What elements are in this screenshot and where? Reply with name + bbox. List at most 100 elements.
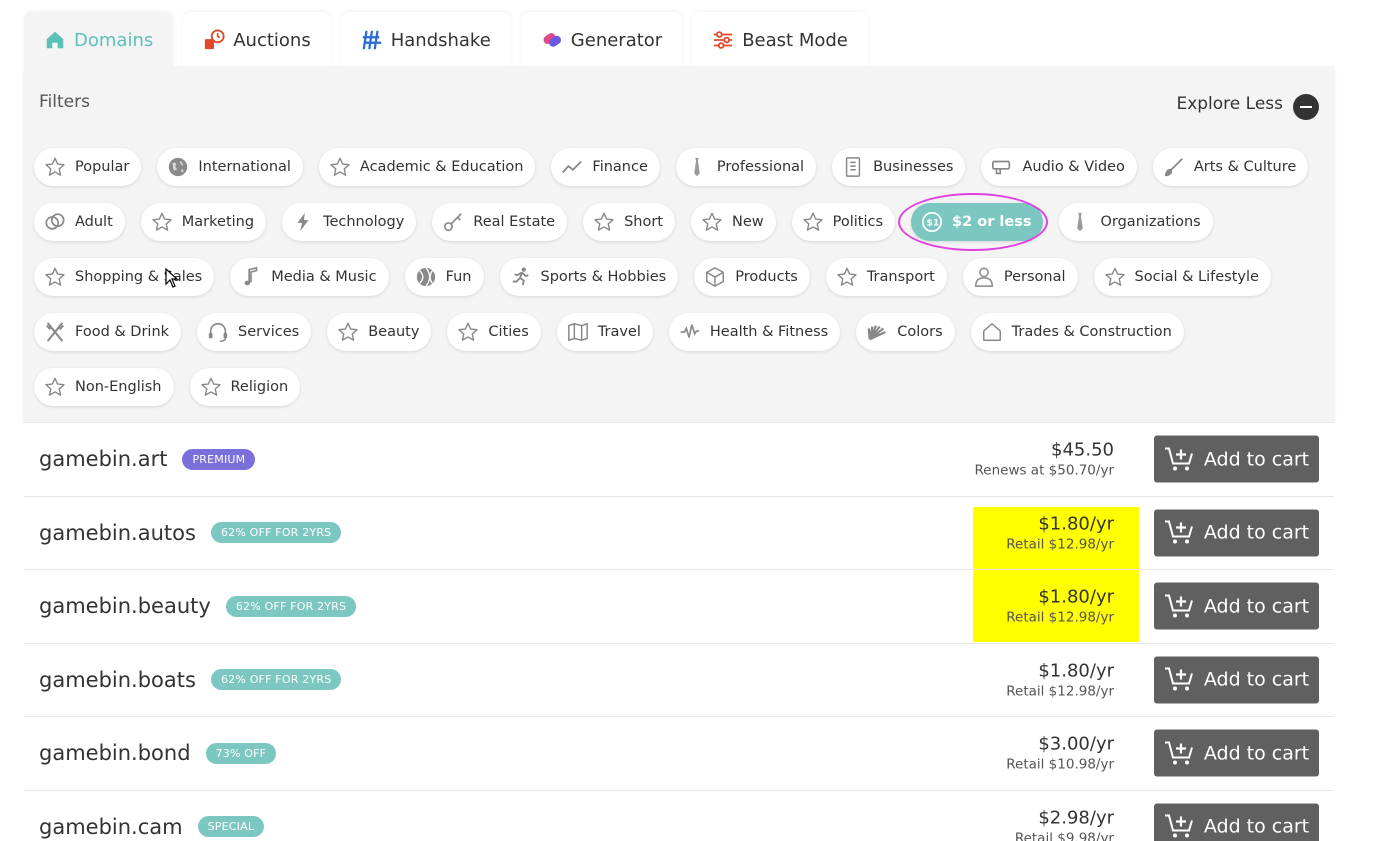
chip-trades-construction[interactable]: Trades & Construction <box>970 313 1184 351</box>
tab-label: Auctions <box>233 29 311 51</box>
chip-technology[interactable]: Technology <box>282 203 417 241</box>
tab-auctions[interactable]: Auctions <box>183 12 331 68</box>
selected-chip-wrapper: $1 $2 or less <box>898 193 1059 251</box>
domain-name[interactable]: gamebin.autos 62% OFF FOR 2YRS <box>39 521 342 545</box>
add-to-cart-label: Add to cart <box>1203 448 1310 471</box>
chip-arts-culture[interactable]: Arts & Culture <box>1152 148 1309 186</box>
cart-plus-icon <box>1164 593 1194 619</box>
star-icon <box>1103 265 1127 289</box>
chip-adult[interactable]: Adult <box>34 203 125 241</box>
tab-label: Beast Mode <box>742 29 848 51</box>
cart-plus-icon <box>1164 667 1194 693</box>
chip-cities[interactable]: Cities <box>447 313 541 351</box>
tab-generator[interactable]: Generator <box>520 12 683 68</box>
chip-real-estate[interactable]: Real Estate <box>432 203 568 241</box>
chip-religion[interactable]: Religion <box>189 368 301 406</box>
add-to-cart-button[interactable]: Add to cart <box>1154 509 1319 557</box>
chip-media-music[interactable]: Media & Music <box>230 258 389 296</box>
price-subtext: Retail $12.98/yr <box>1006 609 1114 626</box>
rings-icon <box>43 210 67 234</box>
chip-label: Arts & Culture <box>1193 159 1297 175</box>
tab-label: Generator <box>570 29 663 51</box>
tab-domains[interactable]: Domains <box>24 12 174 68</box>
domain-name-text: gamebin.cam <box>39 814 183 839</box>
chip-label: International <box>198 159 291 175</box>
price-value: $45.50 <box>1051 439 1114 461</box>
domain-name[interactable]: gamebin.beauty 62% OFF FOR 2YRS <box>39 594 357 618</box>
chip-services[interactable]: Services <box>197 313 312 351</box>
chip-marketing[interactable]: Marketing <box>140 203 267 241</box>
handshake-logo-icon <box>361 29 383 51</box>
chip-label: Fun <box>445 269 472 285</box>
chip-label: Popular <box>75 159 130 175</box>
domain-name[interactable]: gamebin.cam SPECIAL <box>39 814 265 839</box>
chip-label: Audio & Video <box>1022 159 1125 175</box>
tab-beast-mode[interactable]: Beast Mode <box>692 12 868 68</box>
chip-non-english[interactable]: Non-English <box>34 368 174 406</box>
domain-row: gamebin.art PREMIUM $45.50 Renews at $50.70… <box>24 422 1334 496</box>
tie-icon <box>685 155 709 179</box>
chip-health-fitness[interactable]: Health & Fitness <box>668 313 841 351</box>
filters-panel: Filters Explore Less Popular Internationa… <box>24 66 1334 422</box>
domain-results: gamebin.art PREMIUM $45.50 Renews at $50.70… <box>24 422 1334 841</box>
add-to-cart-label: Add to cart <box>1203 742 1310 765</box>
chip-label: Real Estate <box>473 214 556 230</box>
price-value: $1.80/yr <box>1038 660 1114 682</box>
add-to-cart-button[interactable]: Add to cart <box>1154 582 1319 630</box>
chip-politics[interactable]: Politics <box>791 203 896 241</box>
chip-fun[interactable]: Fun <box>404 258 484 296</box>
camera-icon <box>990 155 1014 179</box>
star-icon <box>336 320 360 344</box>
chip-sports-hobbies[interactable]: Sports & Hobbies <box>499 258 679 296</box>
star-icon <box>328 155 352 179</box>
chip-shopping-sales[interactable]: Shopping & Sales <box>34 258 215 296</box>
cart-plus-icon <box>1164 740 1194 766</box>
domain-price: $1.80/yr Retail $12.98/yr <box>1006 513 1114 552</box>
chip-organizations[interactable]: Organizations <box>1059 203 1213 241</box>
chip-short[interactable]: Short <box>583 203 675 241</box>
explore-less-button[interactable]: Explore Less <box>1176 91 1319 120</box>
chip-finance[interactable]: Finance <box>551 148 660 186</box>
domain-name-text: gamebin.bond <box>39 741 191 766</box>
home-icon <box>44 29 66 51</box>
chip-label: Businesses <box>873 159 954 175</box>
chip-products[interactable]: Products <box>694 258 810 296</box>
add-to-cart-button[interactable]: Add to cart <box>1154 656 1319 704</box>
chip-travel[interactable]: Travel <box>556 313 653 351</box>
globe-icon <box>166 155 190 179</box>
domain-name[interactable]: gamebin.bond 73% OFF <box>39 741 277 766</box>
chip-businesses[interactable]: Businesses <box>832 148 966 186</box>
chip-label: Services <box>238 324 300 340</box>
chip-new[interactable]: New <box>690 203 776 241</box>
chip-popular[interactable]: Popular <box>34 148 142 186</box>
add-to-cart-label: Add to cart <box>1203 595 1310 618</box>
chip-professional[interactable]: Professional <box>675 148 817 186</box>
chip-social-lifestyle[interactable]: Social & Lifestyle <box>1093 258 1271 296</box>
chip-academic-education[interactable]: Academic & Education <box>318 148 536 186</box>
bolt-icon <box>291 210 315 234</box>
tab-label: Domains <box>74 29 154 51</box>
domain-name[interactable]: gamebin.boats 62% OFF FOR 2YRS <box>39 668 342 692</box>
price-value: $2.98/yr <box>1038 807 1114 829</box>
chip-beauty[interactable]: Beauty <box>327 313 432 351</box>
chip-audio-video[interactable]: Audio & Video <box>981 148 1137 186</box>
chip-label: Shopping & Sales <box>75 269 203 285</box>
price-value: $1.80/yr <box>1038 586 1114 608</box>
chip-transport[interactable]: Transport <box>825 258 947 296</box>
chip-international[interactable]: International <box>157 148 303 186</box>
domain-name[interactable]: gamebin.art PREMIUM <box>39 447 256 471</box>
chip-personal[interactable]: Personal <box>962 258 1078 296</box>
chip-label: Technology <box>323 214 405 230</box>
add-to-cart-button[interactable]: Add to cart <box>1154 729 1319 777</box>
add-to-cart-label: Add to cart <box>1203 668 1310 691</box>
tab-handshake[interactable]: Handshake <box>340 12 511 68</box>
chip-2-or-less[interactable]: $1 $2 or less <box>911 203 1044 241</box>
chip-food-drink[interactable]: Food & Drink <box>34 313 182 351</box>
add-to-cart-button[interactable]: Add to cart <box>1154 803 1319 841</box>
swatch-fan-icon <box>865 320 889 344</box>
chip-label: Marketing <box>181 214 255 230</box>
chip-colors[interactable]: Colors <box>856 313 955 351</box>
chip-label: Academic & Education <box>359 159 524 175</box>
chip-label: Cities <box>488 324 529 340</box>
add-to-cart-button[interactable]: Add to cart <box>1154 435 1319 483</box>
